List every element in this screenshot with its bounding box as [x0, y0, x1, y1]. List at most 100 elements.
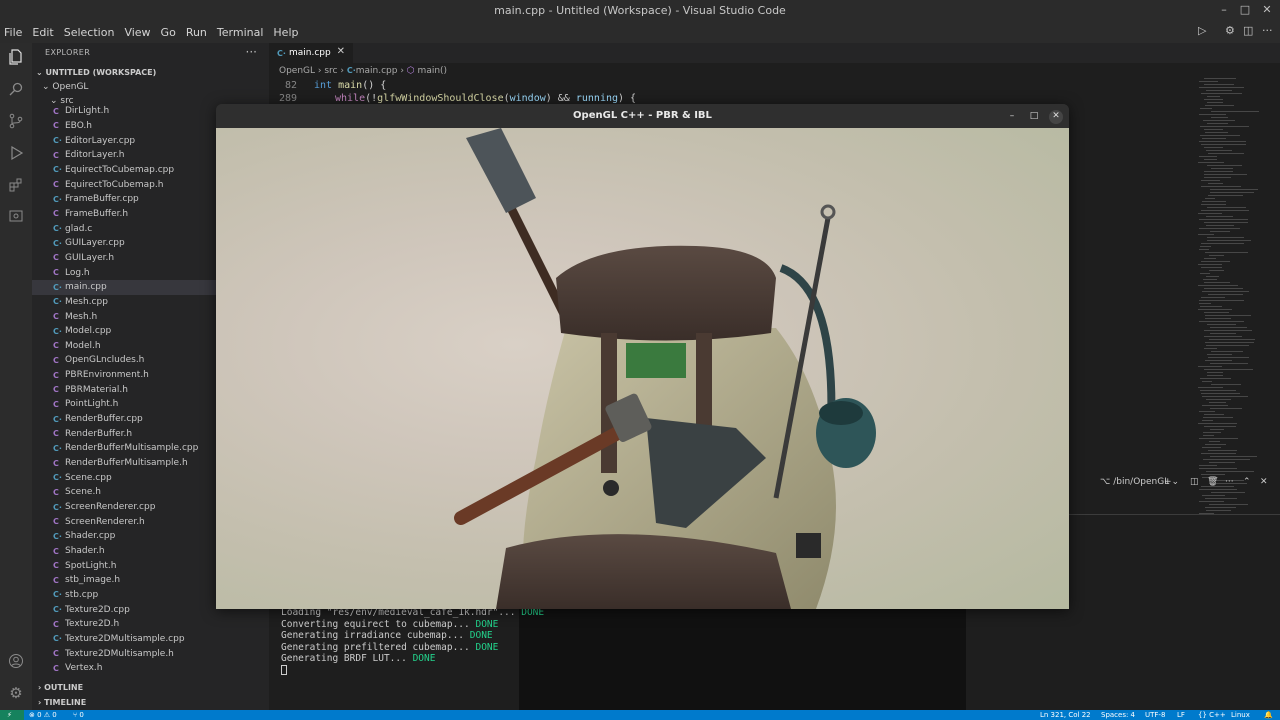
breadcrumb-item[interactable]: main.cpp — [356, 66, 398, 76]
explorer-header: EXPLORER — [45, 48, 91, 57]
new-terminal-icon[interactable]: +⌄ — [1164, 477, 1179, 487]
file-label: Mesh.h — [65, 311, 98, 322]
maximize-icon[interactable]: □ — [1027, 110, 1041, 124]
breadcrumb-item[interactable]: src — [324, 66, 337, 76]
terminal-cursor[interactable] — [281, 665, 287, 676]
remote-explorer-icon[interactable] — [6, 207, 26, 227]
line-ending[interactable]: LF — [1177, 710, 1185, 720]
h-file-icon: C — [53, 385, 59, 395]
menu-run[interactable]: Run — [182, 22, 213, 43]
minimize-icon[interactable]: – — [1005, 110, 1019, 124]
code-line[interactable]: while(!glfwWindowShouldClose(window) && … — [335, 93, 636, 104]
file-label: RenderBufferMultisample.cpp — [65, 443, 199, 454]
render-viewport[interactable] — [216, 128, 1069, 609]
outline-section[interactable]: › OUTLINE — [38, 683, 83, 692]
terminal-shell-label[interactable]: ⌥ /bin/OpenGL — [1100, 477, 1169, 487]
extensions-icon[interactable] — [6, 175, 26, 195]
breadcrumb-item[interactable]: OpenGL — [279, 66, 315, 76]
maximize-icon[interactable]: □ — [1238, 3, 1252, 16]
minimap-line — [1204, 336, 1242, 337]
folder-opengl[interactable]: ⌄ OpenGL — [42, 82, 88, 92]
terminal-line: Converting equirect to cubemap... DONE — [281, 619, 498, 630]
h-file-icon: C — [53, 253, 59, 263]
settings-icon[interactable]: ⚙ — [1225, 24, 1235, 37]
minimap-line — [1198, 234, 1214, 235]
terminal-text: Generating irradiance cubemap... — [281, 630, 470, 641]
breadcrumb-item[interactable]: main() — [418, 66, 448, 76]
workspace-title[interactable]: ⌄ UNTITLED (WORKSPACE) — [36, 68, 156, 77]
cursor-position[interactable]: Ln 321, Col 22 — [1040, 710, 1091, 720]
menu-file[interactable]: File — [0, 22, 28, 43]
more-actions-icon[interactable]: ··· — [1262, 24, 1273, 37]
line-number: 82 — [284, 80, 297, 91]
minimap-line — [1211, 492, 1245, 493]
notifications-icon[interactable]: 🔔 — [1264, 710, 1273, 720]
minimap-line — [1199, 438, 1238, 439]
opengl-titlebar[interactable]: OpenGL C++ - PBR & IBL – □ ✕ — [216, 104, 1069, 128]
menu-terminal[interactable]: Terminal — [213, 22, 270, 43]
file-label: OpenGLncludes.h — [65, 355, 145, 366]
title-bar: main.cpp - Untitled (Workspace) - Visual… — [0, 0, 1280, 22]
h-file-icon: C — [53, 399, 59, 409]
menu-view[interactable]: View — [120, 22, 156, 43]
run-icon[interactable]: ▷ — [1198, 24, 1206, 37]
h-file-icon: C — [53, 575, 59, 585]
minimap-line — [1204, 84, 1234, 85]
minimap-line — [1200, 390, 1236, 391]
file-label: Shader.h — [65, 546, 105, 557]
close-icon[interactable]: ✕ — [1049, 110, 1063, 124]
file-item[interactable]: C Vertex.h — [32, 661, 269, 676]
file-item[interactable]: C Texture2DMultisample.h — [32, 646, 269, 661]
cpp-file-icon: C· — [277, 48, 286, 58]
opengl-window[interactable]: OpenGL C++ - PBR & IBL – □ ✕ — [216, 104, 1069, 609]
maximize-panel-icon[interactable]: ⌃ — [1243, 477, 1251, 487]
minimap-line — [1206, 510, 1231, 511]
close-icon[interactable]: ✕ — [1260, 3, 1274, 16]
file-label: EditorLayer.cpp — [65, 135, 136, 146]
encoding[interactable]: UTF-8 — [1145, 710, 1165, 720]
tab-main-cpp[interactable]: C· main.cpp ✕ — [269, 43, 353, 63]
file-item[interactable]: C· Texture2DMultisample.cpp — [32, 632, 269, 647]
source-control-icon[interactable] — [6, 111, 26, 131]
split-terminal-icon[interactable]: ◫ — [1190, 477, 1199, 487]
language-mode[interactable]: {} C++ — [1198, 710, 1226, 720]
file-label: EquirectToCubemap.h — [65, 179, 164, 190]
run-debug-icon[interactable] — [6, 143, 26, 163]
ports-indicator[interactable]: ⑂ 0 — [73, 710, 84, 720]
minimize-icon[interactable]: – — [1217, 3, 1231, 16]
file-label: Log.h — [65, 267, 90, 278]
minimap-line — [1210, 333, 1236, 334]
file-item[interactable]: C Texture2D.h — [32, 617, 269, 632]
file-label: GUILayer.h — [65, 252, 115, 263]
menu-help[interactable]: Help — [269, 22, 304, 43]
explorer-more-icon[interactable]: ··· — [246, 45, 257, 59]
close-panel-icon[interactable]: ✕ — [1260, 477, 1268, 487]
timeline-section[interactable]: › TIMELINE — [38, 698, 86, 707]
problems-indicator[interactable]: ⊗ 0 ⚠ 0 — [29, 710, 57, 720]
trash-icon[interactable]: 🗑 — [1207, 477, 1218, 487]
platform[interactable]: Linux — [1231, 710, 1250, 720]
h-file-icon: C — [53, 546, 59, 556]
minimap-line — [1201, 144, 1246, 145]
manage-gear-icon[interactable]: ⚙ — [6, 683, 26, 703]
close-tab-icon[interactable]: ✕ — [337, 46, 345, 57]
menu-edit[interactable]: Edit — [28, 22, 59, 43]
explorer-icon[interactable] — [6, 47, 26, 67]
minimap-line — [1205, 507, 1236, 508]
minimap-line — [1204, 348, 1217, 349]
minimap-line — [1199, 249, 1209, 250]
indentation[interactable]: Spaces: 4 — [1101, 710, 1135, 720]
split-editor-icon[interactable]: ◫ — [1243, 24, 1253, 37]
account-icon[interactable] — [6, 651, 26, 671]
file-label: GUILayer.cpp — [65, 238, 125, 249]
remote-indicator[interactable]: ⚡ — [0, 710, 24, 720]
code-line[interactable]: int main() { — [314, 80, 386, 91]
search-icon[interactable] — [6, 79, 26, 99]
minimap-line — [1208, 195, 1243, 196]
menu-go[interactable]: Go — [157, 22, 182, 43]
cpp-file-icon: C· — [53, 590, 62, 600]
minimap-line — [1211, 351, 1243, 352]
more-terminal-icon[interactable]: ··· — [1225, 477, 1234, 487]
menu-selection[interactable]: Selection — [60, 22, 121, 43]
file-label: ScreenRenderer.cpp — [65, 502, 156, 513]
